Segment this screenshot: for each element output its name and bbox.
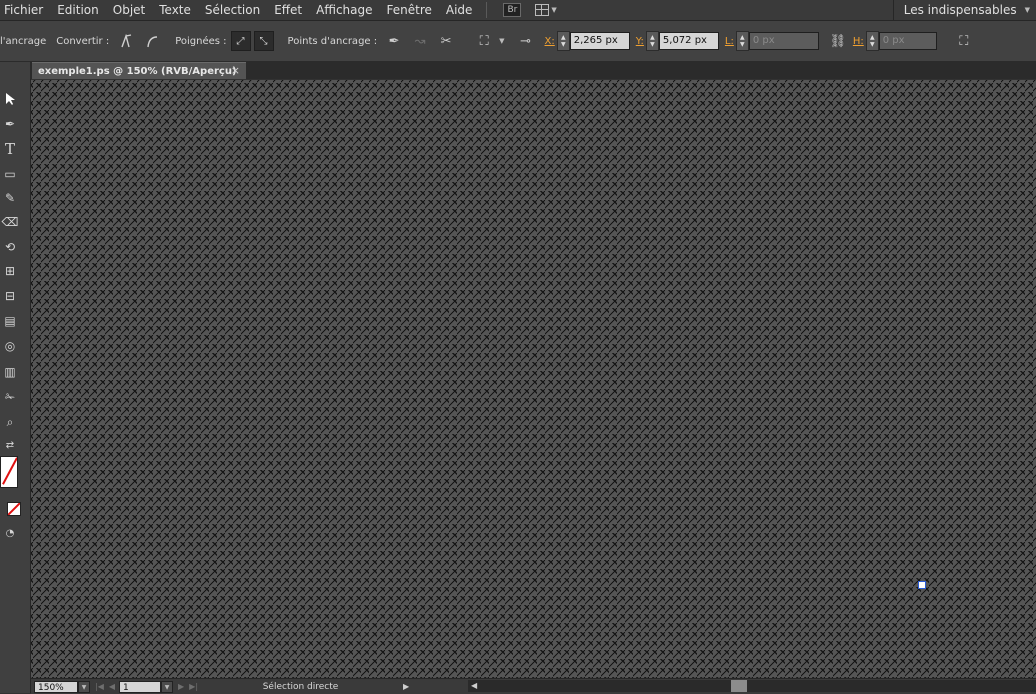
arrange-documents-icon[interactable] (535, 4, 550, 16)
transform-icon[interactable]: ⛶ (473, 30, 495, 52)
control-bar: l'ancrage Convertir : Poignées : ⤢ ⤡ Poi… (0, 21, 1036, 62)
width-input: 0 px (748, 32, 819, 50)
brush-icon[interactable]: ✎ (0, 188, 20, 208)
workspace-label: Les indispensables (903, 3, 1017, 17)
horizontal-scrollbar[interactable]: ◀ (468, 680, 1036, 692)
column-graph-icon[interactable]: ▥ (0, 362, 20, 382)
x-input[interactable]: 2,265 px (569, 32, 630, 50)
height-stepper: ▲ ▼ (865, 31, 879, 51)
handles-label: Poignées : (175, 35, 227, 47)
zoom-input[interactable]: 150% (34, 680, 78, 693)
width-stepper: ▲ ▼ (735, 31, 749, 51)
menu-selection[interactable]: Sélection (199, 1, 268, 19)
menu-affichage[interactable]: Affichage (310, 1, 380, 19)
last-artboard-icon: ▶| (189, 682, 199, 691)
convert-corner-icon[interactable] (115, 30, 137, 52)
tab-title: exemple1.ps @ 150% (RVB/Aperçu) (38, 65, 237, 77)
cut-path-icon[interactable]: ✂ (435, 30, 457, 52)
status-text: Sélection directe (262, 681, 339, 692)
y-label: Y: (635, 35, 644, 47)
document-tab-bar: exemple1.ps @ 150% (RVB/Aperçu) × (30, 62, 1036, 79)
first-artboard-icon: |◀ (95, 682, 104, 691)
menu-edition[interactable]: Edition (51, 1, 107, 19)
previous-artboard-icon: ◀ (108, 682, 116, 691)
menu-fenetre[interactable]: Fenêtre (381, 1, 440, 19)
zoom-dropdown-icon[interactable]: ▼ (78, 680, 90, 693)
artboard-input[interactable]: 1 (119, 680, 162, 693)
hide-handles-icon[interactable]: ⤡ (253, 31, 274, 51)
show-handles-icon[interactable]: ⤢ (230, 31, 251, 51)
artboard-canvas[interactable] (31, 80, 1036, 678)
stroke-color-swatch[interactable] (0, 456, 18, 488)
scrollbar-thumb[interactable] (731, 680, 747, 692)
zoom-icon[interactable]: ⌕ (0, 412, 20, 432)
menu-fichier[interactable]: Fichier (0, 1, 51, 19)
free-transform-icon[interactable]: ⊞ (0, 261, 20, 281)
graph-shape-icon[interactable]: ⊟ (0, 286, 20, 306)
gradient-icon[interactable]: ▤ (0, 311, 20, 331)
swap-colors-icon[interactable]: ⇄ (0, 435, 20, 455)
isolate-icon[interactable]: ⛶ (953, 30, 975, 52)
scroll-left-icon[interactable]: ◀ (471, 680, 477, 692)
next-artboard-icon: ▶ (178, 682, 185, 691)
height-input: 0 px (878, 32, 937, 50)
none-color-icon[interactable] (7, 502, 21, 516)
transform-dropdown-icon[interactable]: ▼ (499, 37, 504, 45)
bridge-button[interactable]: Br (503, 3, 522, 17)
type-icon[interactable]: T (0, 139, 20, 159)
eraser-icon[interactable]: ⌫ (0, 212, 20, 232)
workspace-switcher[interactable]: Les indispensables ▼ (892, 0, 1036, 20)
convert-label: Convertir : (56, 35, 110, 47)
menu-bar: Fichier Edition Objet Texte Sélection Ef… (0, 0, 1036, 21)
arrange-dropdown-icon[interactable]: ▼ (551, 6, 556, 14)
x-label: X: (544, 35, 555, 47)
menu-objet[interactable]: Objet (107, 1, 153, 19)
anchor-points-label: Points d'ancrage : (287, 35, 378, 47)
remove-anchor-icon[interactable]: ✒ (383, 30, 405, 52)
pen-icon[interactable]: ✒ (0, 114, 20, 134)
drawing-mode-icon[interactable]: ◔ (0, 523, 20, 543)
link-proportions-icon[interactable]: ⛓ (827, 30, 849, 52)
menu-separator (486, 2, 488, 18)
chevron-down-icon: ▼ (1024, 6, 1030, 14)
height-label: H: (852, 35, 864, 47)
anchor-label: l'ancrage (0, 35, 47, 47)
reference-point-icon[interactable]: ⊸ (515, 30, 537, 52)
tab-exemple1[interactable]: exemple1.ps @ 150% (RVB/Aperçu) × (32, 62, 246, 79)
status-menu-icon[interactable]: ▶ (403, 682, 409, 691)
shape-builder-icon[interactable]: ◎ (0, 336, 20, 356)
close-icon[interactable]: × (231, 64, 240, 77)
menu-effet[interactable]: Effet (268, 1, 310, 19)
menu-texte[interactable]: Texte (153, 1, 199, 19)
tools-panel: ✒ T ▭ ✎ ⌫ ⟲ ⊞ ⊟ ▤ ◎ ▥ ✁ ⌕ ⇄ ◔ (0, 62, 31, 693)
slice-icon[interactable]: ✁ (0, 387, 20, 407)
status-bar: 150% ▼ |◀ ◀ 1 ▼ ▶ ▶| Sélection directe ▶… (31, 678, 1036, 694)
rotate-icon[interactable]: ⟲ (0, 237, 20, 257)
direct-selection-icon[interactable] (0, 89, 20, 109)
y-input[interactable]: 5,072 px (658, 32, 719, 50)
convert-smooth-icon[interactable] (141, 30, 163, 52)
rectangle-icon[interactable]: ▭ (0, 164, 20, 184)
connect-anchors-icon: ↝ (414, 33, 426, 49)
x-stepper[interactable]: ▲ ▼ (556, 31, 570, 51)
width-label: L: (724, 35, 734, 47)
selected-anchor-point[interactable] (918, 581, 926, 589)
menu-aide[interactable]: Aide (440, 1, 481, 19)
artboard-dropdown-icon[interactable]: ▼ (161, 680, 174, 693)
y-stepper[interactable]: ▲ ▼ (645, 31, 659, 51)
